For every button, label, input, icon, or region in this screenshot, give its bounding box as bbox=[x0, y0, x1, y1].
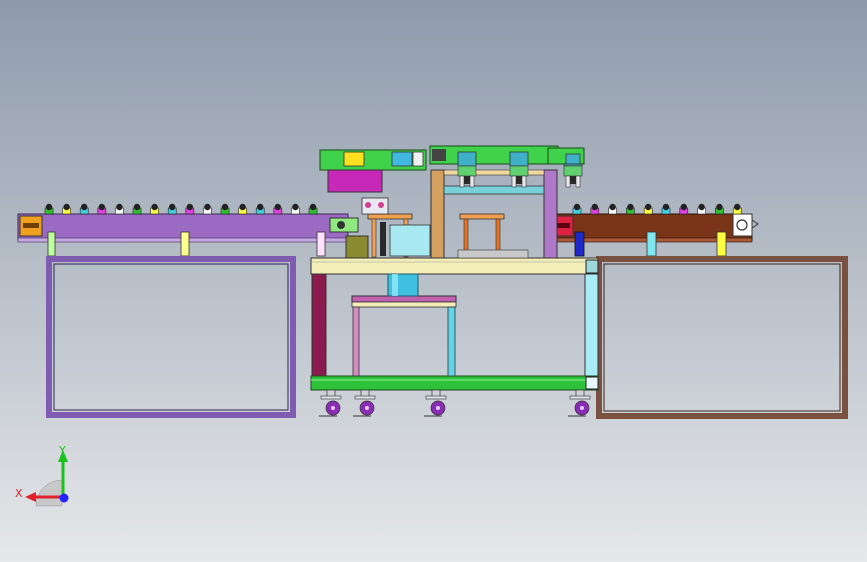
gantry-post-right bbox=[543, 169, 558, 259]
pallet bbox=[255, 203, 265, 215]
pallet bbox=[185, 203, 195, 215]
pallet bbox=[608, 203, 617, 215]
assembly-drawing[interactable]: Y X bbox=[0, 0, 867, 562]
pallet bbox=[203, 203, 212, 215]
z-axis-dot bbox=[59, 493, 69, 503]
x-axis-label: X bbox=[15, 487, 23, 500]
left-conveyor[interactable] bbox=[17, 203, 349, 257]
pallet bbox=[643, 203, 653, 215]
gripper bbox=[457, 165, 477, 188]
left-leg bbox=[180, 231, 190, 257]
pallet bbox=[590, 203, 600, 215]
left-column bbox=[311, 273, 327, 377]
casters bbox=[319, 389, 591, 417]
pallet bbox=[291, 203, 300, 215]
pallet bbox=[715, 203, 724, 215]
gripper bbox=[509, 165, 529, 188]
gantry-post-left bbox=[430, 169, 445, 259]
pallet bbox=[79, 203, 89, 215]
pallet bbox=[273, 203, 283, 215]
pallet bbox=[132, 203, 142, 215]
axis-triad: Y X bbox=[15, 444, 69, 507]
pallet bbox=[97, 203, 107, 215]
pallet bbox=[679, 203, 689, 215]
center-base[interactable] bbox=[310, 257, 599, 391]
pallet bbox=[661, 203, 671, 215]
inner-stand-top bbox=[351, 295, 457, 303]
caster-wheel bbox=[319, 389, 342, 417]
right-conveyor[interactable] bbox=[547, 203, 759, 257]
right-leg bbox=[646, 231, 657, 257]
pallet bbox=[220, 203, 230, 215]
pallet bbox=[150, 203, 159, 215]
right-pallets bbox=[572, 203, 742, 215]
caster-wheel bbox=[424, 389, 447, 417]
right-frame[interactable] bbox=[596, 256, 848, 419]
left-leg bbox=[316, 231, 326, 257]
right-leg bbox=[716, 231, 727, 257]
pallet bbox=[732, 203, 742, 215]
left-pallets bbox=[44, 203, 318, 215]
y-axis-label: Y bbox=[58, 444, 66, 457]
right-end-cap bbox=[732, 213, 753, 237]
pallet bbox=[626, 203, 635, 215]
left-leg bbox=[47, 231, 56, 257]
inner-stand-leg bbox=[352, 306, 360, 377]
caster-wheel bbox=[568, 389, 591, 417]
table-top bbox=[310, 257, 599, 275]
pallet bbox=[308, 203, 318, 215]
inner-stand-leg bbox=[447, 306, 456, 377]
grippers bbox=[457, 165, 583, 188]
feeder-block bbox=[327, 169, 383, 193]
pallet bbox=[697, 203, 706, 215]
right-column bbox=[584, 273, 599, 377]
left-frame[interactable] bbox=[46, 256, 296, 418]
work-station[interactable] bbox=[319, 145, 585, 259]
base-rail bbox=[310, 375, 599, 391]
caster-wheel bbox=[353, 389, 376, 417]
right-sensor bbox=[574, 231, 585, 257]
pallet bbox=[572, 203, 582, 215]
gripper bbox=[563, 165, 583, 188]
pallet bbox=[44, 203, 54, 215]
cad-viewport[interactable]: Y X bbox=[0, 0, 867, 562]
pallet bbox=[167, 203, 177, 215]
pallet bbox=[115, 203, 124, 215]
pallet bbox=[238, 203, 247, 215]
gantry-rail bbox=[429, 145, 559, 165]
pallet bbox=[62, 203, 71, 215]
